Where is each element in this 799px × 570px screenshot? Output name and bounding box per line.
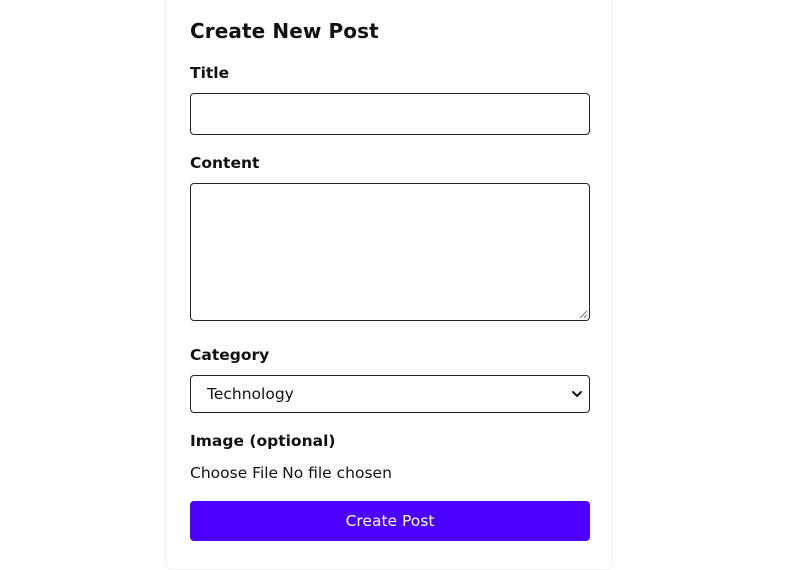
category-selected-value: Technology [207, 385, 294, 403]
choose-file-button[interactable]: Choose File [190, 464, 278, 482]
resize-grip-icon[interactable] [578, 309, 588, 319]
title-input[interactable] [190, 93, 590, 135]
category-label: Category [190, 346, 270, 364]
content-textarea[interactable] [190, 183, 590, 321]
file-input[interactable]: Choose File No file chosen [190, 464, 392, 482]
chevron-down-icon [572, 391, 582, 397]
image-label: Image (optional) [190, 432, 336, 450]
content-label: Content [190, 154, 260, 172]
title-label: Title [190, 64, 230, 82]
form-heading: Create New Post [190, 19, 379, 43]
create-post-button[interactable]: Create Post [190, 501, 590, 541]
file-status: No file chosen [282, 464, 392, 482]
category-select[interactable]: Technology [190, 375, 590, 413]
